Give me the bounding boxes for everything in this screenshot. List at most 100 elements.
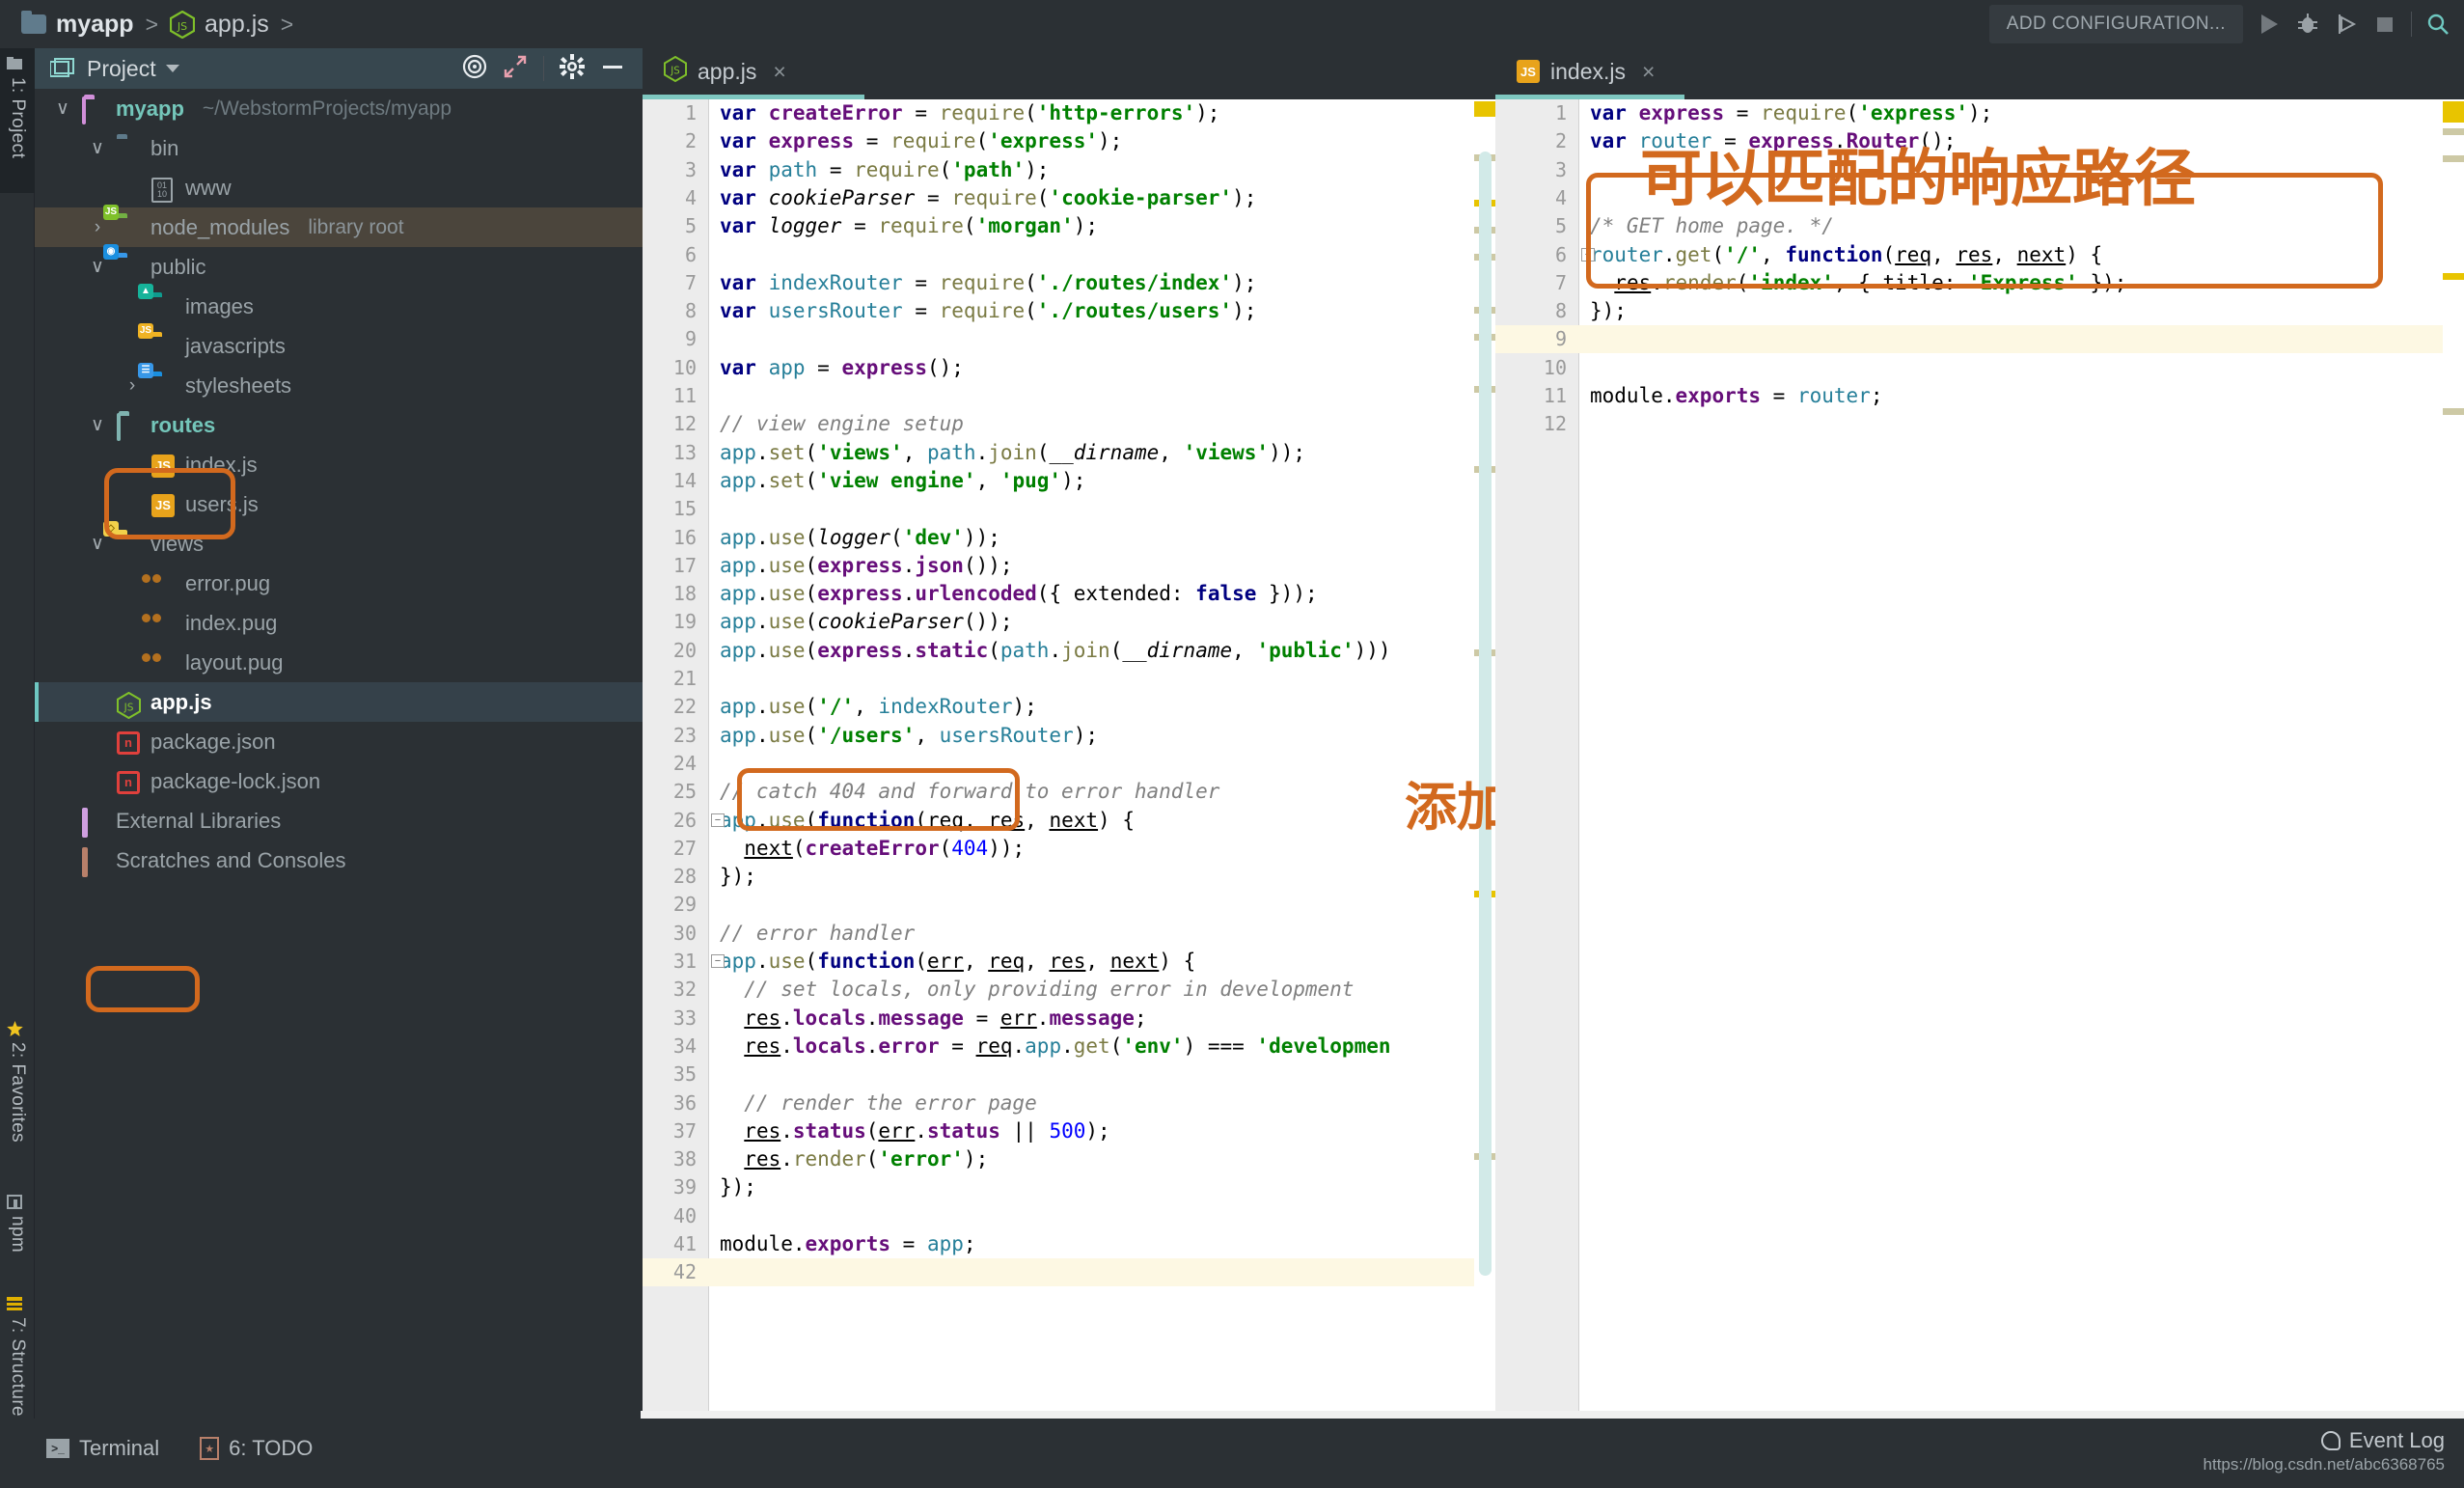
code-line[interactable]: // catch 404 and forward to error handle…: [720, 778, 1219, 806]
code-line[interactable]: res.status(err.status || 500);: [720, 1117, 1109, 1145]
code-line[interactable]: res.render('error');: [720, 1145, 988, 1173]
tree-item-app-js[interactable]: JS app.js: [35, 682, 643, 722]
code-line[interactable]: app.set('views', path.join(__dirname, 'v…: [720, 439, 1305, 467]
chevron-down-icon[interactable]: [165, 65, 179, 72]
code-editor-left[interactable]: 1 var createError = require('http-errors'…: [643, 99, 1495, 1419]
sidebar-item-npm[interactable]: npm: [0, 1187, 35, 1288]
code-line[interactable]: res.locals.error = req.app.get('env') ==…: [720, 1033, 1390, 1061]
code-folding-icon[interactable]: −: [1581, 247, 1595, 262]
breadcrumb-file[interactable]: app.js: [205, 11, 269, 39]
search-icon[interactable]: [2425, 12, 2450, 37]
code-line[interactable]: var indexRouter = require('./routes/inde…: [720, 269, 1256, 297]
collapse-all-icon[interactable]: [503, 54, 528, 84]
editor-scrollbar-left[interactable]: [1479, 152, 1492, 1276]
tree-item-users-js[interactable]: JS users.js: [35, 484, 643, 524]
code-line[interactable]: res.locals.message = err.message;: [720, 1005, 1146, 1033]
chevron-right-icon[interactable]: ›: [122, 375, 143, 397]
code-line[interactable]: var cookieParser = require('cookie-parse…: [720, 184, 1256, 212]
code-line[interactable]: res.render('index', { title: 'Express' }…: [1590, 269, 2126, 297]
code-line[interactable]: app.use('/', indexRouter);: [720, 693, 1037, 721]
tab-app-js[interactable]: JS app.js ×: [643, 48, 804, 95]
tree-item-error-pug[interactable]: error.pug: [35, 564, 643, 603]
code-line[interactable]: module.exports = app;: [720, 1230, 976, 1258]
tree-item-index-pug[interactable]: index.pug: [35, 603, 643, 643]
tree-item-package-json[interactable]: n package.json: [35, 722, 643, 761]
code-line[interactable]: // render the error page: [720, 1089, 1036, 1117]
tree-item-bin[interactable]: ∨ bin: [35, 128, 643, 168]
tree-item-myapp[interactable]: ∨ myapp ~/WebstormProjects/myapp: [35, 89, 643, 128]
marker-bar-right[interactable]: [2443, 99, 2464, 1419]
code-line[interactable]: app.use(cookieParser());: [720, 608, 1012, 636]
tree-item-label: node_modules: [151, 214, 290, 239]
code-line[interactable]: router.get('/', function(req, res, next)…: [1590, 241, 2102, 269]
breadcrumb-project[interactable]: myapp: [56, 11, 134, 39]
line-number: 1: [1554, 101, 1567, 124]
line-number: 8: [1554, 299, 1567, 323]
code-line[interactable]: // error handler: [720, 920, 915, 948]
code-folding-icon[interactable]: −: [711, 813, 725, 827]
locate-icon[interactable]: [462, 54, 487, 84]
code-line[interactable]: });: [720, 863, 756, 891]
tree-item-scratches-and-consoles[interactable]: Scratches and Consoles: [35, 840, 643, 880]
hide-panel-icon[interactable]: [600, 54, 625, 84]
code-line[interactable]: var path = require('path');: [720, 156, 1049, 184]
tree-item-routes[interactable]: ∨ routes: [35, 405, 643, 445]
code-line[interactable]: var express = require('express');: [720, 127, 1122, 155]
debug-icon[interactable]: [2295, 12, 2320, 37]
tree-item-views[interactable]: ∨ ◇ views: [35, 520, 643, 564]
run-with-coverage-icon[interactable]: [2334, 12, 2359, 37]
code-line[interactable]: module.exports = router;: [1590, 382, 1882, 410]
tree-item-images[interactable]: ▲ images: [35, 283, 643, 326]
sidebar-item-project[interactable]: 1: Project: [0, 48, 35, 193]
event-log-button[interactable]: Event Log: [2204, 1428, 2445, 1453]
chevron-down-icon[interactable]: ∨: [87, 137, 108, 159]
code-line[interactable]: var logger = require('morgan');: [720, 212, 1098, 240]
tree-item-public[interactable]: ∨ ◉ public: [35, 243, 643, 287]
tab-index-js[interactable]: JS index.js ×: [1495, 48, 1672, 95]
chevron-down-icon[interactable]: ∨: [52, 97, 73, 120]
tree-item-label: error.pug: [185, 570, 271, 595]
code-line[interactable]: app.use(function(req, res, next) {: [720, 807, 1135, 835]
tree-item-www[interactable]: 01 10 www: [35, 168, 643, 207]
stop-icon[interactable]: [2372, 12, 2397, 37]
chevron-down-icon[interactable]: ∨: [87, 414, 108, 436]
tree-item-javascripts[interactable]: JS javascripts: [35, 322, 643, 366]
code-line[interactable]: var createError = require('http-errors')…: [720, 99, 1219, 127]
code-line[interactable]: app.use('/users', usersRouter);: [720, 722, 1098, 750]
caret-row-highlight: [643, 1258, 1495, 1287]
code-line[interactable]: // set locals, only providing error in d…: [720, 976, 1354, 1004]
line-number: 35: [672, 1062, 697, 1087]
code-line[interactable]: next(createError(404));: [720, 835, 1025, 863]
marker-bar-left[interactable]: [1474, 99, 1495, 1419]
tree-item-external-libraries[interactable]: External Libraries: [35, 801, 643, 840]
add-configuration-button[interactable]: ADD CONFIGURATION...: [1988, 5, 2243, 43]
code-line[interactable]: var usersRouter = require('./routes/user…: [720, 297, 1256, 325]
sidebar-item-structure[interactable]: 7: Structure: [0, 1288, 35, 1433]
tree-item-package-lock-json[interactable]: n package-lock.json: [35, 761, 643, 801]
tree-item-index-js[interactable]: JS index.js: [35, 445, 643, 484]
code-editor-right[interactable]: 1 var express = require('express'); 2 var r…: [1495, 99, 2464, 1419]
chevron-right-icon[interactable]: ›: [87, 217, 108, 238]
code-line[interactable]: var express = require('express');: [1590, 99, 1992, 127]
sidebar-item-favorites[interactable]: 2: Favorites: [0, 1013, 35, 1187]
code-line[interactable]: app.use(express.urlencoded({ extended: f…: [720, 580, 1318, 608]
terminal-button[interactable]: >_ Terminal: [46, 1436, 159, 1461]
close-icon-right[interactable]: ×: [1642, 59, 1655, 85]
code-line[interactable]: // view engine setup: [720, 410, 964, 438]
code-line[interactable]: app.use(express.static(path.join(__dirna…: [720, 637, 1391, 665]
code-line[interactable]: app.use(logger('dev'));: [720, 524, 1000, 552]
todo-button[interactable]: ★ 6: TODO: [200, 1436, 313, 1461]
gear-icon[interactable]: [560, 53, 585, 84]
code-folding-icon[interactable]: −: [711, 954, 725, 968]
code-line[interactable]: app.set('view engine', 'pug');: [720, 467, 1085, 495]
tree-item-stylesheets[interactable]: › ☰ stylesheets: [35, 362, 643, 405]
run-icon[interactable]: [2257, 12, 2282, 37]
code-line[interactable]: });: [720, 1173, 756, 1201]
code-line[interactable]: app.use(express.json());: [720, 552, 1013, 580]
code-line[interactable]: var app = express();: [720, 354, 964, 382]
code-line[interactable]: app.use(function(err, req, res, next) {: [720, 948, 1195, 976]
close-icon[interactable]: ×: [773, 59, 785, 85]
tree-item-layout-pug[interactable]: layout.pug: [35, 643, 643, 682]
code-line[interactable]: });: [1590, 297, 1627, 325]
tree-item-node-modules[interactable]: › JS node_modules library root: [35, 204, 643, 247]
